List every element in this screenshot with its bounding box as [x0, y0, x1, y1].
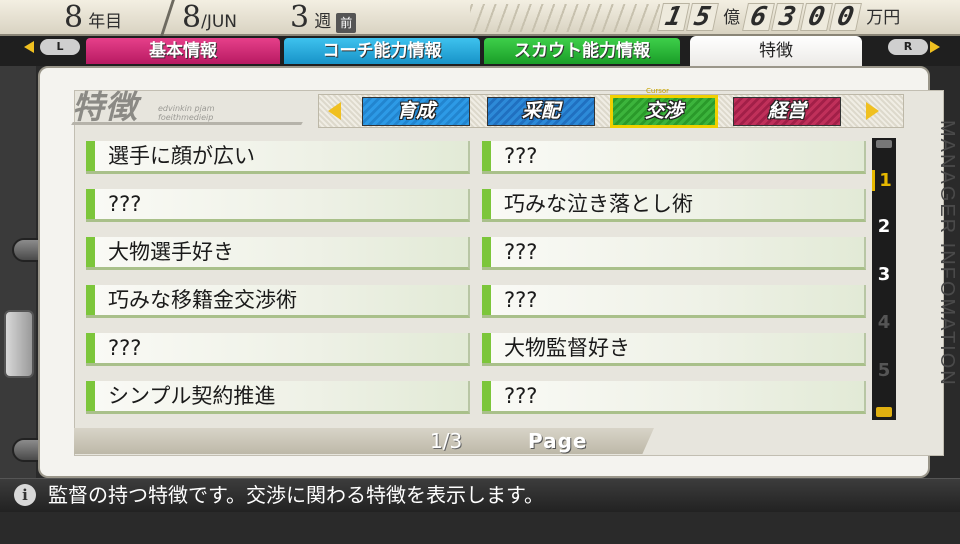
divider [160, 0, 175, 36]
bottom-frame [0, 512, 960, 544]
money-digit: 5 [686, 2, 719, 32]
feature-item[interactable]: 大物監督好き [482, 333, 866, 366]
r-shoulder-button[interactable]: R [888, 39, 928, 55]
side-label: MANAGER INFOMATION [936, 120, 958, 387]
help-message: 監督の持つ特徴です。交渉に関わる特徴を表示します。 [48, 483, 544, 507]
date-display: 8/JUN [182, 2, 237, 34]
title-underline [71, 122, 303, 125]
page-indicator-5: 5 [877, 360, 891, 381]
feature-item[interactable]: ??? [482, 285, 866, 318]
feature-item-label: 大物監督好き [504, 336, 630, 360]
feature-item[interactable]: ??? [482, 381, 866, 414]
feature-item-label: ??? [108, 336, 142, 360]
binder-frame [0, 66, 36, 544]
money-unit: 万円 [866, 8, 901, 28]
category-kosho-button[interactable]: 交渉 [610, 95, 718, 128]
tab-left-arrow-icon[interactable] [24, 41, 34, 53]
feature-item[interactable]: シンプル契約推進 [86, 381, 470, 414]
page-label: Page [528, 429, 588, 453]
feature-item-label: シンプル契約推進 [108, 384, 276, 408]
money-digit: 6 [742, 2, 776, 32]
decorative-stripes [470, 4, 660, 32]
year-unit: 年目 [88, 12, 123, 32]
year-display: 8 年目 [64, 2, 122, 34]
feature-item[interactable]: 選手に顔が広い [86, 141, 470, 174]
feature-item-label: 大物選手好き [108, 240, 234, 264]
day-value: 8 [182, 0, 202, 35]
money-digit: 3 [771, 2, 805, 32]
feature-item[interactable]: ??? [86, 333, 470, 366]
year-value: 8 [64, 0, 84, 35]
scroll-up-icon[interactable] [876, 140, 892, 148]
feature-item-label: ??? [504, 144, 538, 168]
money-digit: 0 [800, 2, 834, 32]
week-unit: 週 [314, 12, 332, 32]
feature-item-label: ??? [504, 384, 538, 408]
category-prev-arrow-icon[interactable] [328, 102, 341, 120]
info-icon: i [14, 484, 36, 506]
money-display: 15 億 6300 万円 [657, 2, 960, 33]
week-display: 3 週 前 [290, 0, 357, 35]
binder-clip-icon [4, 310, 34, 378]
cursor-label: Cursor [646, 87, 670, 95]
scroll-down-icon[interactable] [876, 407, 892, 417]
category-next-arrow-icon[interactable] [866, 102, 879, 120]
feature-item-label: 巧みな移籍金交渉術 [108, 288, 297, 312]
page-indicator-1[interactable]: 1 [872, 170, 896, 191]
money-oku-unit: 億 [723, 8, 741, 28]
money-digit: 1 [657, 2, 690, 32]
week-half-badge: 前 [336, 13, 357, 33]
feature-item[interactable]: 巧みな移籍金交渉術 [86, 285, 470, 318]
page-indicator-4: 4 [877, 312, 891, 333]
tab-basic-info[interactable]: 基本情報 [86, 38, 280, 64]
l-shoulder-button[interactable]: L [40, 39, 80, 55]
feature-item[interactable]: ??? [86, 189, 470, 222]
month-value: /JUN [201, 12, 237, 32]
money-digit: 0 [829, 2, 863, 32]
feature-item[interactable]: 大物選手好き [86, 237, 470, 270]
section-subtitle: edvinkin pjam foeithmedieip [158, 104, 215, 122]
feature-item[interactable]: ??? [482, 237, 866, 270]
feature-item-label: ??? [504, 288, 538, 312]
page-indicator-2[interactable]: 2 [872, 216, 896, 237]
feature-item-label: 選手に顔が広い [108, 144, 255, 168]
category-saihai-button[interactable]: 采配 [487, 97, 595, 126]
page-indicator-3[interactable]: 3 [872, 264, 896, 285]
feature-item[interactable]: 巧みな泣き落とし術 [482, 189, 866, 222]
section-subtitle-line: edvinkin pjam [158, 104, 215, 113]
status-bar: 8 年目 8/JUN 3 週 前 15 億 6300 万円 [0, 0, 960, 36]
section-subtitle-line: foeithmedieip [158, 113, 214, 122]
feature-item-label: 巧みな泣き落とし術 [504, 192, 693, 216]
feature-item-label: ??? [504, 240, 538, 264]
feature-item[interactable]: ??? [482, 141, 866, 174]
feature-item-label: ??? [108, 192, 142, 216]
tab-bar: L 基本情報 コーチ能力情報 スカウト能力情報 特徴 R [0, 36, 960, 76]
category-keiei-button[interactable]: 経営 [733, 97, 841, 126]
tab-scout-ability[interactable]: スカウト能力情報 [484, 38, 680, 64]
tab-right-arrow-icon[interactable] [930, 41, 940, 53]
tab-coach-ability[interactable]: コーチ能力情報 [284, 38, 480, 64]
week-value: 3 [290, 0, 310, 35]
page-count: 1/3 [430, 429, 463, 453]
category-ikusei-button[interactable]: 育成 [362, 97, 470, 126]
